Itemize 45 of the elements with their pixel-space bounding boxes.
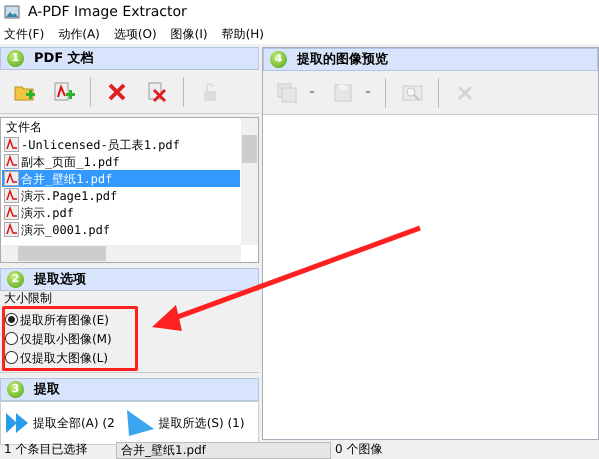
pdf-file-icon bbox=[4, 188, 19, 203]
pdf-file-icon bbox=[4, 154, 19, 169]
play-icon bbox=[124, 409, 155, 437]
step-badge: 4 bbox=[270, 51, 287, 68]
double-play-icon bbox=[5, 410, 29, 436]
panel-title: 提取的图像预览 bbox=[297, 50, 388, 69]
pdf-file-icon bbox=[4, 222, 19, 237]
panel-title: PDF 文档 bbox=[34, 50, 94, 68]
menu-item[interactable]: 动作(A) bbox=[58, 25, 100, 43]
radio-option[interactable]: 提取所有图像(E) bbox=[5, 310, 135, 329]
document-plus-icon bbox=[52, 80, 76, 104]
step-badge: 2 bbox=[7, 271, 24, 288]
disks-icon bbox=[275, 80, 299, 104]
menu-item[interactable]: 图像(I) bbox=[170, 25, 208, 43]
step-badge: 3 bbox=[7, 381, 24, 398]
app-icon bbox=[4, 4, 20, 20]
panel-title: 提取 bbox=[34, 380, 60, 399]
radio-button[interactable] bbox=[5, 332, 18, 345]
file-row[interactable]: 副本_页面_1.pdf bbox=[2, 153, 240, 170]
vertical-scrollbar[interactable] bbox=[241, 118, 258, 245]
extract-selected-button[interactable]: 提取所选(S) (1) bbox=[124, 409, 244, 437]
file-row[interactable]: 演示.Page1.pdf bbox=[2, 187, 240, 204]
pdf-file-icon bbox=[4, 171, 19, 186]
panel-title: 提取选项 bbox=[34, 270, 86, 289]
step-badge: 1 bbox=[7, 50, 24, 67]
extract-all-button[interactable]: 提取全部(A) (2 bbox=[5, 410, 115, 436]
menu-item[interactable]: 选项(O) bbox=[114, 25, 157, 43]
menu-item[interactable]: 帮助(H) bbox=[222, 25, 264, 43]
pdf-file-icon bbox=[4, 137, 19, 152]
horizontal-scrollbar[interactable] bbox=[1, 245, 241, 262]
file-row[interactable]: 演示_0001.pdf bbox=[2, 221, 240, 238]
column-header: 文件名 bbox=[5, 119, 43, 136]
radio-option[interactable]: 仅提取小图像(M) bbox=[5, 329, 135, 348]
file-row[interactable]: -Unlicensed-员工表1.pdf bbox=[2, 136, 240, 153]
status-text: 0 个图像 bbox=[334, 442, 384, 458]
group-label: 大小限制 bbox=[4, 291, 53, 305]
radio-button[interactable] bbox=[5, 313, 18, 326]
file-row[interactable]: 演示.pdf bbox=[2, 204, 240, 221]
window-title: A-PDF Image Extractor bbox=[28, 2, 187, 22]
radio-option[interactable]: 仅提取大图像(L) bbox=[5, 348, 135, 367]
status-text: 合并_壁纸1.pdf bbox=[116, 442, 331, 459]
radio-button[interactable] bbox=[5, 351, 18, 364]
pdf-file-icon bbox=[4, 205, 19, 220]
menu-item[interactable]: 文件(F) bbox=[4, 25, 44, 43]
status-text: 1 个条目已选择 bbox=[3, 442, 88, 458]
